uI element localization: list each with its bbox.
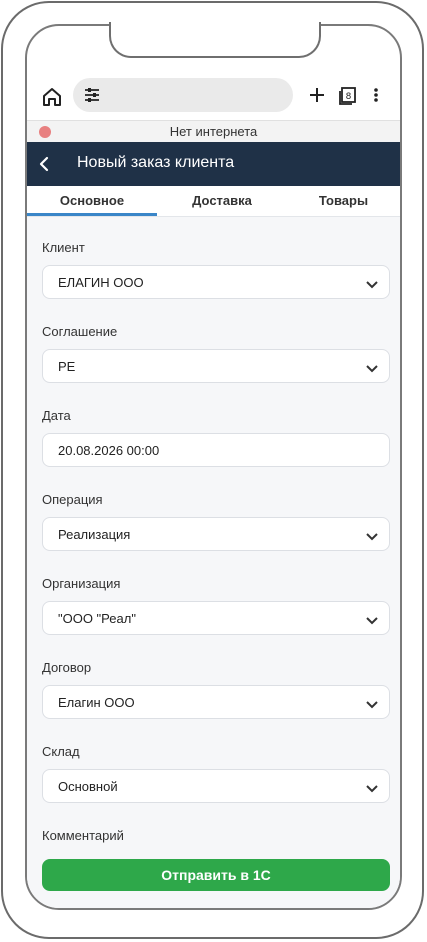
back-arrow-icon[interactable] <box>33 152 57 176</box>
offline-banner: Нет интернета <box>27 120 400 143</box>
chevron-down-icon <box>365 781 379 793</box>
date-value: 20.08.2026 00:00 <box>58 443 160 458</box>
tab-goods[interactable]: Товары <box>287 193 400 208</box>
phone-screen: 8 Нет интернета Новый заказ клиента Осно… <box>25 24 402 910</box>
tab-bar: Основное Доставка Товары <box>27 186 400 217</box>
new-tab-icon[interactable] <box>306 83 328 107</box>
contract-select[interactable]: Елагин ООО <box>42 685 390 719</box>
client-value: ЕЛАГИН ООО <box>58 275 144 290</box>
phone-notch <box>109 22 321 58</box>
contract-value: Елагин ООО <box>58 695 135 710</box>
agreement-label: Соглашение <box>42 324 118 339</box>
tab-switcher-icon[interactable]: 8 <box>337 83 359 107</box>
tab-delivery[interactable]: Доставка <box>157 193 287 208</box>
client-select[interactable]: ЕЛАГИН ООО <box>42 265 390 299</box>
client-label: Клиент <box>42 240 85 255</box>
operation-value: Реализация <box>58 527 131 542</box>
date-label: Дата <box>42 408 71 423</box>
tab-main[interactable]: Основное <box>27 193 157 208</box>
offline-text: Нет интернета <box>169 124 258 139</box>
comment-label: Комментарий <box>42 828 124 843</box>
tune-icon[interactable] <box>83 86 101 104</box>
form-content: Клиент ЕЛАГИН ООО Соглашение РЕ Дата 20.… <box>27 217 400 908</box>
chevron-down-icon <box>365 613 379 625</box>
more-menu-icon[interactable] <box>369 83 383 107</box>
agreement-value: РЕ <box>58 359 76 374</box>
agreement-select[interactable]: РЕ <box>42 349 390 383</box>
active-tab-indicator <box>27 213 157 216</box>
warehouse-select[interactable]: Основной <box>42 769 390 803</box>
operation-select[interactable]: Реализация <box>42 517 390 551</box>
page-title: Новый заказ клиента <box>77 154 235 171</box>
browser-toolbar: 8 <box>27 78 400 118</box>
app-header: Новый заказ клиента <box>27 142 400 186</box>
organization-select[interactable]: "ООО "Реал" <box>42 601 390 635</box>
home-icon[interactable] <box>39 84 65 110</box>
warehouse-label: Склад <box>42 744 80 759</box>
organization-label: Организация <box>42 576 121 591</box>
svg-text:8: 8 <box>346 92 352 102</box>
send-to-1c-button[interactable]: Отправить в 1С <box>42 859 390 891</box>
warehouse-value: Основной <box>58 779 118 794</box>
operation-label: Операция <box>42 492 103 507</box>
chevron-down-icon <box>365 361 379 373</box>
contract-label: Договор <box>42 660 92 675</box>
organization-value: "ООО "Реал" <box>58 611 136 626</box>
date-field[interactable]: 20.08.2026 00:00 <box>42 433 390 467</box>
chevron-down-icon <box>365 277 379 289</box>
chevron-down-icon <box>365 697 379 709</box>
address-bar[interactable] <box>73 78 293 112</box>
chevron-down-icon <box>365 529 379 541</box>
